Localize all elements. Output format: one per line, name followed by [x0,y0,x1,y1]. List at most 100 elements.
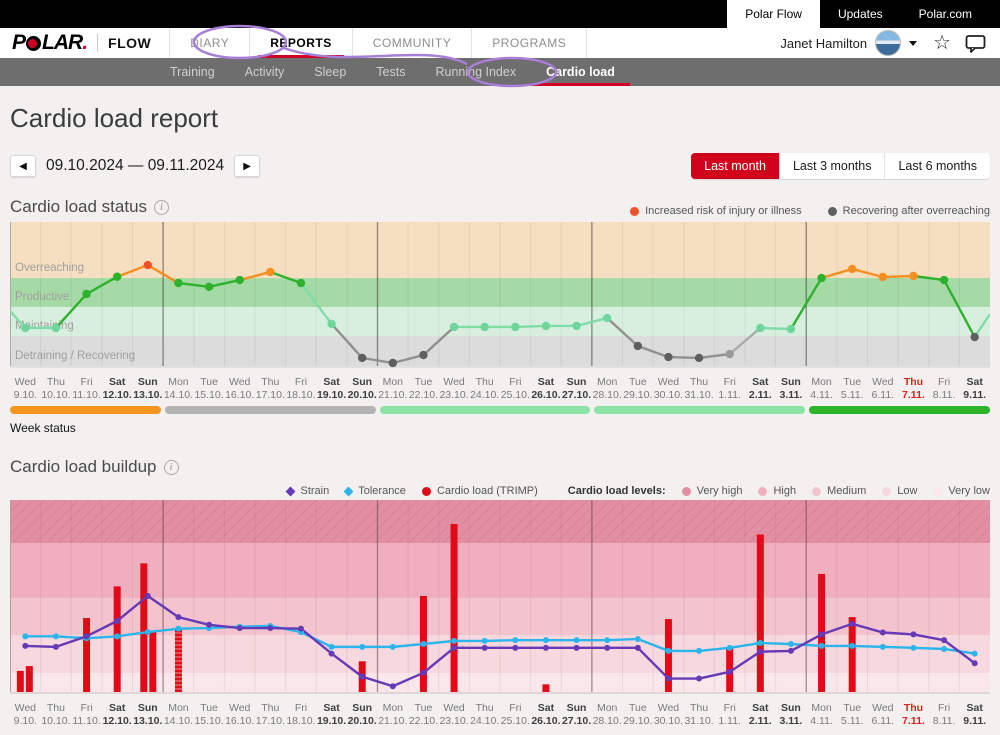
axis-dow: Sat [316,702,347,715]
axis-dow: Fri [500,376,531,389]
axis-dow: Thu [898,702,929,715]
sub-menu-item-activity[interactable]: Activity [230,58,300,86]
axis-dow: Sat [531,376,562,389]
tolerance-point [910,645,916,651]
level-dot-icon [758,487,767,496]
main-menu-item-reports[interactable]: REPORTS [250,28,353,58]
strain-point [757,649,763,655]
axis-day-label: Wed23.10. [439,702,470,728]
axis-dow: Sat [959,702,990,715]
cardio-load-buildup-chart[interactable] [10,500,990,699]
favorites-star-icon[interactable]: ☆ [933,33,951,53]
axis-date: 16.10. [224,715,255,728]
polar-logo[interactable]: PLAR. FLOW [12,31,151,55]
axis-date: 3.11. [776,715,807,728]
status-section-title: Cardio load status i [10,197,169,217]
strain-point [910,632,916,638]
sub-menu-item-cardio-load[interactable]: Cardio load [531,58,630,86]
main-menu-item-programs[interactable]: PROGRAMS [472,28,587,58]
week-status-segment-productive-week[interactable] [809,406,990,414]
user-name[interactable]: Janet Hamilton [780,36,867,51]
axis-date: 28.10. [592,715,623,728]
axis-date: 20.10. [347,389,378,402]
status-point [817,274,825,282]
chevron-down-icon[interactable] [909,41,917,46]
axis-dow: Fri [929,702,960,715]
cardio-load-status-chart[interactable]: OverreachingProductiveMaintainingDetrain… [10,222,990,373]
week-status-segment-maintaining-week[interactable] [594,406,805,414]
level-dot-icon [882,487,891,496]
axis-day-label: Mon4.11. [806,376,837,402]
strain-point [727,669,733,675]
axis-day-label: Mon21.10. [378,376,409,402]
sub-menu: TrainingActivitySleepTestsRunning IndexC… [155,58,630,86]
axis-day-label: Thu31.10. [684,702,715,728]
topbar-tabs: Polar FlowUpdatesPolar.com [727,0,990,28]
status-point [235,276,243,284]
week-status-segment-maintaining-week[interactable] [380,406,591,414]
axis-day-label: Sat12.10. [102,376,133,402]
next-period-button[interactable]: ▶ [234,155,260,177]
strain-point [175,614,181,620]
axis-day-label: Mon28.10. [592,376,623,402]
legend-item: Strain [287,485,329,497]
axis-day-label: Thu17.10. [255,376,286,402]
strain-point [604,645,610,651]
range-button-group: Last monthLast 3 monthsLast 6 months [691,153,990,179]
sub-menu-item-training[interactable]: Training [155,58,230,86]
avatar[interactable] [875,30,901,56]
axis-day-label: Wed23.10. [439,376,470,402]
axis-date: 18.10. [286,389,317,402]
week-status-segment-overreaching-week[interactable] [10,406,161,414]
tolerance-point [512,637,518,643]
dot-marker-icon [422,487,431,496]
status-section-head: Cardio load status i Increased risk of i… [10,197,990,217]
feedback-chat-icon[interactable] [965,34,986,53]
axis-date: 6.11. [868,389,899,402]
user-area: Janet Hamilton ☆ [780,30,1000,56]
strain-point [22,643,28,649]
sub-menu-item-tests[interactable]: Tests [361,58,420,86]
axis-date: 12.10. [102,715,133,728]
legend-level-item: Medium [812,485,866,497]
main-nav: PLAR. FLOW DIARYREPORTSCOMMUNITYPROGRAMS… [0,28,1000,58]
buildup-legend: StrainToleranceCardio load (TRIMP)Cardio… [10,485,990,497]
range-button-last-3-months[interactable]: Last 3 months [779,153,885,179]
info-icon[interactable]: i [164,460,179,475]
axis-day-label: Mon4.11. [806,702,837,728]
topbar-tab-updates[interactable]: Updates [820,0,901,28]
axis-day-label: Fri25.10. [500,376,531,402]
axis-date: 4.11. [806,715,837,728]
prev-period-button[interactable]: ◀ [10,155,36,177]
topbar-tab-polar-com[interactable]: Polar.com [901,0,990,28]
axis-day-label: Fri8.11. [929,702,960,728]
strain-point [298,626,304,632]
main-menu-item-diary[interactable]: DIARY [169,28,250,58]
info-icon[interactable]: i [154,200,169,215]
week-status-segment-recovering-week[interactable] [165,406,376,414]
axis-date: 25.10. [500,715,531,728]
axis-date: 25.10. [500,389,531,402]
status-chart-axis: Wed9.10.Thu10.10.Fri11.10.Sat12.10.Sun13… [10,376,990,402]
axis-day-label: Tue5.11. [837,376,868,402]
tolerance-point [635,636,641,642]
axis-date: 5.11. [837,715,868,728]
range-button-last-month[interactable]: Last month [691,153,779,179]
legend-label: Increased risk of injury or illness [645,205,802,217]
range-button-last-6-months[interactable]: Last 6 months [884,153,990,179]
axis-dow: Mon [806,702,837,715]
strain-point [696,676,702,682]
sub-menu-item-running-index[interactable]: Running Index [420,58,531,86]
topbar-tab-polar-flow[interactable]: Polar Flow [727,0,820,28]
axis-dow: Thu [898,376,929,389]
sub-menu-item-sleep[interactable]: Sleep [299,58,361,86]
axis-dow: Sun [561,376,592,389]
tolerance-point [420,641,426,647]
axis-day-label: Thu7.11. [898,376,929,402]
main-menu-item-community[interactable]: COMMUNITY [353,28,473,58]
axis-day-label: Sun13.10. [133,376,164,402]
tolerance-point [941,646,947,652]
axis-day-label: Tue22.10. [408,702,439,728]
status-point [52,324,60,332]
strain-point [941,637,947,643]
